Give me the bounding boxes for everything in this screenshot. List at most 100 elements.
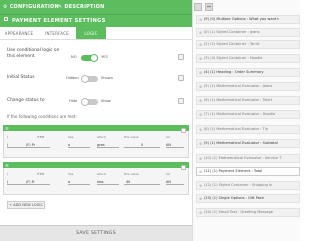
list-item[interactable]: ⊕ (5) (1) Mathematical Evaluator : Jeans bbox=[196, 82, 300, 91]
initial-status-checkbox[interactable] bbox=[178, 75, 184, 81]
list-item-label: (10) (1) Mathematical Evaluator : Servic… bbox=[203, 156, 282, 161]
list-item-label: (8) (1) Mathematical Evaluator : Tin bbox=[203, 127, 268, 132]
this-value-label: this value bbox=[124, 135, 139, 139]
move-icon[interactable]: ⊕ bbox=[199, 56, 202, 61]
move-icon[interactable]: ⊕ bbox=[199, 183, 202, 188]
move-icon[interactable]: ⊕ bbox=[199, 196, 202, 201]
item-label: ITEM bbox=[37, 172, 45, 176]
move-icon[interactable]: ⊕ bbox=[199, 84, 202, 89]
move-icon[interactable]: ⊕ bbox=[199, 156, 202, 161]
panel-title: PAYMENT ELEMENT SETTINGS bbox=[12, 17, 106, 24]
change-status-toggle[interactable] bbox=[81, 98, 98, 106]
paren-label: ( bbox=[7, 172, 9, 176]
list-item[interactable]: ⊕ (12) (1) Styled Container : Shipping In bbox=[196, 181, 300, 190]
list-item-label: (5) (1) Mathematical Evaluator : Jeans bbox=[203, 84, 273, 89]
which-select[interactable]: grea bbox=[97, 143, 119, 148]
value-input[interactable]: 0 bbox=[124, 143, 160, 148]
move-icon[interactable]: ⊕ bbox=[199, 169, 202, 174]
gear-icon: ⚙ bbox=[3, 4, 8, 10]
item-select[interactable]: (F) Pr bbox=[26, 143, 50, 148]
condition-intro: If the following conditions are met: bbox=[7, 114, 77, 119]
edit-icon: ✎ bbox=[58, 4, 63, 10]
change-status-show: Show bbox=[101, 99, 111, 103]
list-item[interactable]: ⊕ (11) (1) Payment Element : Total bbox=[196, 167, 300, 176]
change-status-checkbox[interactable] bbox=[178, 98, 184, 104]
rel-label: rel bbox=[166, 172, 170, 176]
value-input[interactable]: 40 bbox=[124, 180, 160, 185]
condition-group-header: ☰ bbox=[3, 162, 189, 168]
tab-configuration[interactable]: ⚙ CONFIGURATION bbox=[3, 0, 59, 14]
move-icon[interactable]: ⊕ bbox=[199, 17, 202, 22]
move-icon[interactable]: ⊕ bbox=[199, 98, 202, 103]
subtab-divider bbox=[0, 39, 192, 40]
initial-status-label: Initial Status bbox=[7, 75, 35, 80]
list-item-label: (12) (1) Styled Container : Shipping In bbox=[203, 183, 273, 188]
move-icon[interactable]: ⊕ bbox=[199, 30, 202, 35]
rel-select[interactable]: AN bbox=[166, 180, 184, 185]
rel-label: rel bbox=[166, 135, 170, 139]
move-icon[interactable]: ⊕ bbox=[199, 112, 202, 117]
initial-status-shown: Shown bbox=[101, 76, 113, 80]
list-item-label: (9) (1) Mathematical Evaluator : Subtota… bbox=[203, 141, 278, 146]
has-select[interactable]: a bbox=[68, 180, 90, 185]
item-select[interactable]: (F) Fr bbox=[26, 180, 50, 185]
use-conditional-toggle[interactable] bbox=[81, 54, 98, 62]
tab-configuration-label: CONFIGURATION bbox=[9, 4, 59, 10]
paren-label: ( bbox=[7, 135, 9, 139]
which-label: which bbox=[97, 135, 106, 139]
list-item-label: (11) (1) Payment Element : Total bbox=[203, 169, 263, 174]
list-item[interactable]: ⊕ (4) (1) Heading : Order Summary bbox=[196, 68, 300, 77]
list-item-label: (7) (1) Mathematical Evaluator : Hoodie bbox=[203, 112, 276, 117]
subtab-appearance[interactable]: APPEARANCE bbox=[0, 27, 38, 39]
list-item-label: (13) (1) Single Options : Gift Pack bbox=[203, 196, 264, 201]
initial-status-hidden: Hidden bbox=[66, 76, 79, 80]
list-item[interactable]: ⊕ (3) (3) Styled Container : Hoodie bbox=[196, 54, 300, 63]
use-conditional-yes: YES bbox=[101, 55, 108, 59]
list-item[interactable]: ⊕ (9) (0) Multiple Options : What you wan… bbox=[196, 15, 300, 24]
rel-select[interactable]: AN bbox=[166, 143, 184, 148]
use-conditional-label: Use conditional logic on this element bbox=[7, 48, 60, 59]
tab-description[interactable]: ✎ DESCRIPTION bbox=[58, 0, 105, 14]
list-item-label: (3) (3) Styled Container : Hoodie bbox=[203, 56, 263, 61]
list-item[interactable]: ⊕ (7) (1) Mathematical Evaluator : Hoodie bbox=[196, 110, 300, 119]
which-label: which bbox=[97, 172, 106, 176]
item-label: ITEM bbox=[37, 135, 45, 139]
list-item[interactable]: ⊕ (10) (1) Mathematical Evaluator : Servi… bbox=[196, 154, 300, 163]
move-icon[interactable]: ⊕ bbox=[199, 141, 202, 146]
condition-group-header: ☰ bbox=[3, 125, 189, 131]
tab-description-label: DESCRIPTION bbox=[64, 4, 105, 10]
add-new-logic-button[interactable]: + ADD NEW LOGIC bbox=[7, 201, 45, 209]
move-icon[interactable]: ⊕ bbox=[199, 42, 202, 47]
condition-group-checkbox[interactable] bbox=[181, 128, 186, 133]
move-icon[interactable]: ⊕ bbox=[199, 127, 202, 132]
list-item-label: (2) (2) Styled Container : Tshirt bbox=[203, 42, 260, 47]
use-conditional-checkbox[interactable] bbox=[178, 54, 184, 60]
subtab-logic[interactable]: LOGIC bbox=[76, 27, 106, 39]
drag-handle-icon[interactable]: ☰ bbox=[5, 163, 9, 168]
has-label: has bbox=[68, 135, 74, 139]
subtab-interface[interactable]: INTERFACE bbox=[38, 27, 76, 39]
list-item[interactable]: ⊕ (0) (1) Styled Container : Jeans bbox=[196, 28, 300, 37]
move-icon[interactable]: ⊕ bbox=[199, 70, 202, 75]
has-select[interactable]: a bbox=[68, 143, 90, 148]
list-item[interactable]: ⊕ (6) (1) Mathematical Evaluator : Tshirt bbox=[196, 96, 300, 105]
initial-status-toggle[interactable] bbox=[81, 75, 98, 83]
list-item[interactable]: ⊕ (8) (1) Mathematical Evaluator : Tin bbox=[196, 125, 300, 134]
list-item[interactable]: ⊕ (2) (2) Styled Container : Tshirt bbox=[196, 40, 300, 49]
change-status-hide: Hide bbox=[69, 99, 78, 103]
list-menu-icon[interactable] bbox=[194, 3, 202, 11]
list-item-label: (0) (1) Styled Container : Jeans bbox=[203, 30, 260, 35]
condition-group-checkbox[interactable] bbox=[181, 165, 186, 170]
save-settings-button[interactable]: SAVE SETTINGS bbox=[0, 225, 192, 241]
move-icon[interactable]: ⊕ bbox=[199, 210, 202, 215]
list-item[interactable]: ⊕ (9) (1) Mathematical Evaluator : Subtot… bbox=[196, 139, 300, 148]
this-value-label: this value bbox=[124, 172, 139, 176]
list-item-label: (6) (1) Mathematical Evaluator : Tshirt bbox=[203, 98, 273, 103]
collapse-icon[interactable]: ⇔ bbox=[205, 3, 213, 11]
has-label: has bbox=[68, 172, 74, 176]
which-select[interactable]: less bbox=[97, 180, 119, 185]
use-conditional-no: NO bbox=[71, 55, 77, 59]
list-item[interactable]: ⊕ (13) (1) Single Options : Gift Pack bbox=[196, 194, 300, 203]
list-item[interactable]: ⊕ (14) (1) Small Text : Greeting Message bbox=[196, 208, 300, 217]
drag-handle-icon[interactable]: ☰ bbox=[5, 126, 9, 131]
